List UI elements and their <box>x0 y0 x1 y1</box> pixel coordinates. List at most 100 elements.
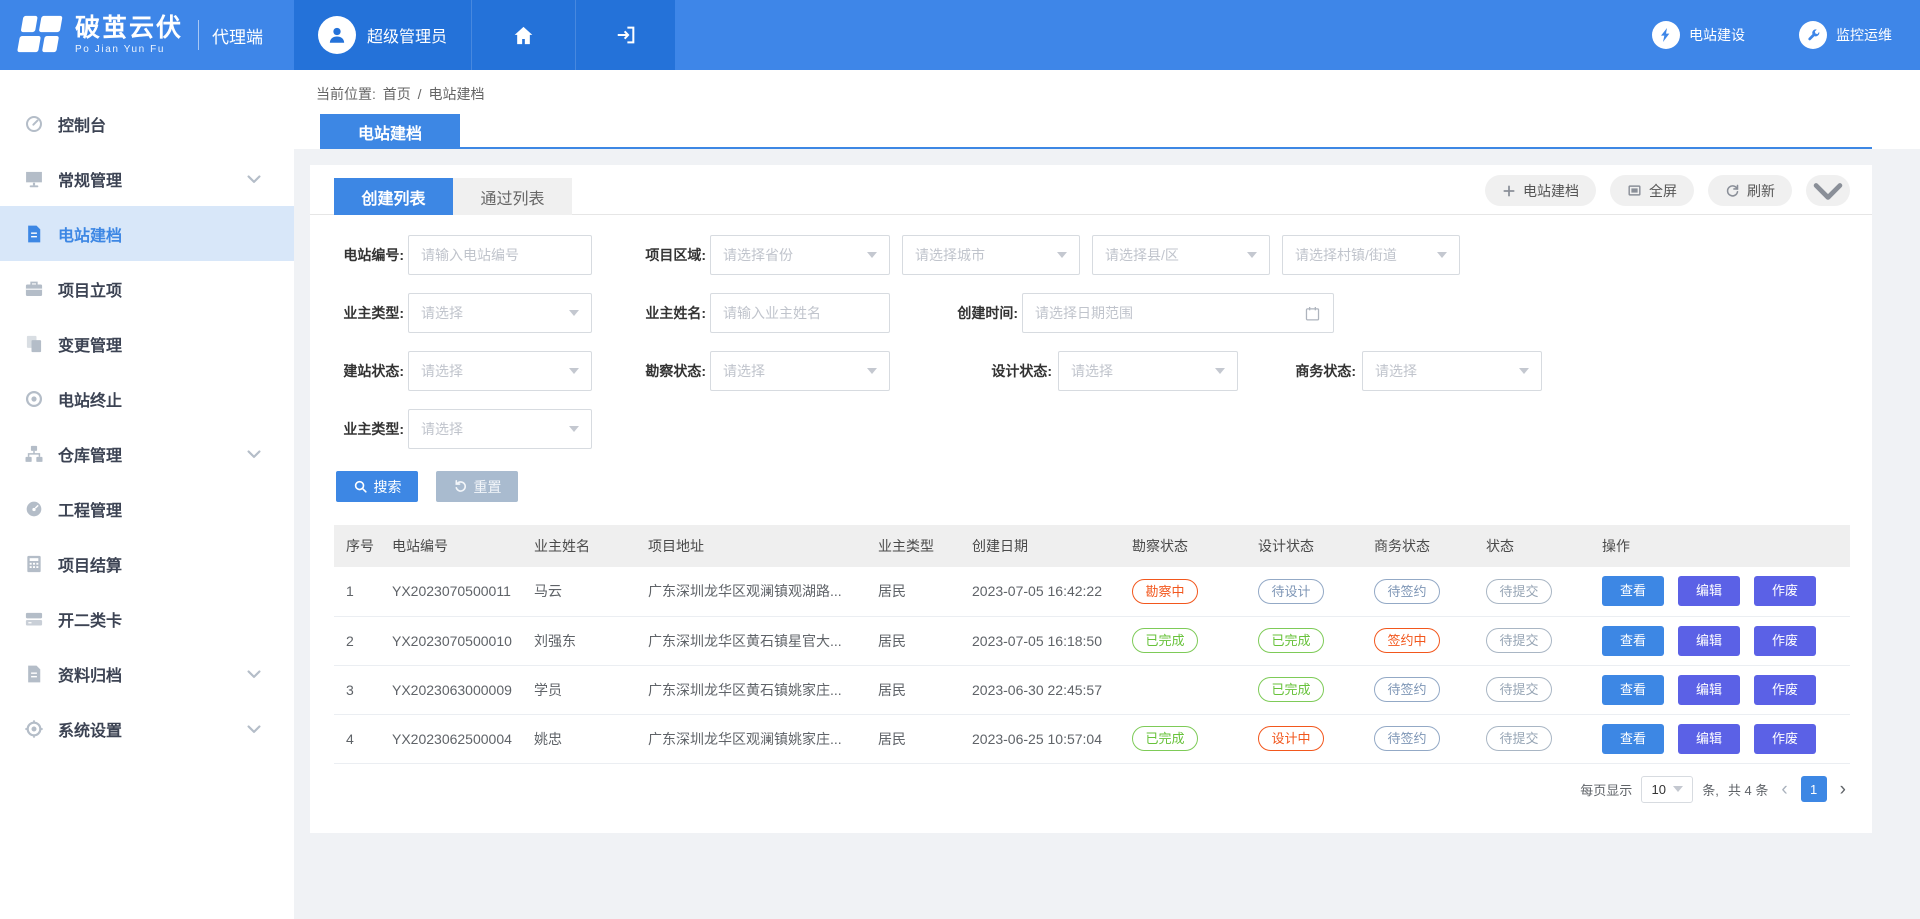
breadcrumb-separator: / <box>418 86 422 102</box>
sidebar-item-station-termination[interactable]: 电站终止 <box>0 371 294 426</box>
sidebar-item-engineering-management[interactable]: 工程管理 <box>0 481 294 536</box>
fullscreen-button[interactable]: 全屏 <box>1610 175 1694 206</box>
cell-business-status: 签约中 <box>1362 616 1474 665</box>
sidebar-item-label: 工程管理 <box>58 497 122 521</box>
sidebar-item-project-initiation[interactable]: 项目立项 <box>0 261 294 316</box>
sidebar-item-second-class-card[interactable]: 开二类卡 <box>0 591 294 646</box>
collapse-button[interactable] <box>1806 175 1850 206</box>
nav-item-label: 监控运维 <box>1836 25 1892 45</box>
caret-down-icon <box>1247 252 1257 258</box>
breadcrumb-home-link[interactable]: 首页 <box>383 86 411 102</box>
brand-divider <box>198 20 199 50</box>
view-button[interactable]: 查看 <box>1602 576 1664 606</box>
user-avatar-icon <box>318 16 356 54</box>
column-header: 电站编号 <box>380 525 522 567</box>
content-card: 创建列表通过列表 电站建档全屏刷新 电站编号:项目区域:请选择省份请选择城市请选… <box>310 165 1872 833</box>
province-select[interactable]: 请选择省份 <box>710 235 890 275</box>
sidebar-item-station-archive[interactable]: 电站建档 <box>0 206 294 261</box>
bolt-icon <box>1652 21 1680 49</box>
sidebar-item-warehouse-management[interactable]: 仓库管理 <box>0 426 294 481</box>
status-badge: 已完成 <box>1132 726 1198 751</box>
survey-status-select[interactable]: 请选择 <box>710 351 890 391</box>
void-button[interactable]: 作废 <box>1754 675 1816 705</box>
build-status-select[interactable]: 请选择 <box>408 351 592 391</box>
cell-seq: 2 <box>334 616 380 665</box>
station-no-input[interactable] <box>408 235 592 275</box>
status-badge: 已完成 <box>1258 628 1324 653</box>
owner-type-select[interactable]: 请选择 <box>408 293 592 333</box>
sidebar-item-console[interactable]: 控制台 <box>0 96 294 151</box>
cell-design-status: 已完成 <box>1246 616 1362 665</box>
filter-label-design-status: 设计状态: <box>978 351 1052 391</box>
sidebar-item-label: 控制台 <box>58 112 106 136</box>
create-time-date-input[interactable]: 请选择日期范围 <box>1022 293 1334 333</box>
cell-station-no: YX2023063000009 <box>380 665 522 714</box>
edit-button[interactable]: 编辑 <box>1678 675 1740 705</box>
reset-button-label: 重置 <box>474 477 502 497</box>
user-menu[interactable]: 超级管理员 <box>294 0 471 70</box>
button-label: 电站建档 <box>1523 181 1579 201</box>
per-page-select[interactable]: 10 <box>1641 776 1693 803</box>
tab-create-list[interactable]: 创建列表 <box>334 178 453 215</box>
fullscreen-icon <box>1627 183 1642 198</box>
home-button[interactable] <box>471 0 575 70</box>
cell-owner-type: 居民 <box>866 714 960 763</box>
edit-button[interactable]: 编辑 <box>1678 626 1740 656</box>
refresh-icon <box>1725 183 1740 198</box>
owner-type-2-select[interactable]: 请选择 <box>408 409 592 449</box>
list-tabs: 创建列表通过列表 <box>334 178 572 215</box>
district-select[interactable]: 请选择县/区 <box>1092 235 1270 275</box>
caret-down-icon <box>1519 368 1529 374</box>
cell-survey-status: 勘察中 <box>1120 567 1246 616</box>
design-status-select[interactable]: 请选择 <box>1058 351 1238 391</box>
status-badge: 待提交 <box>1486 677 1552 702</box>
tab-passed-list[interactable]: 通过列表 <box>453 178 572 215</box>
void-button[interactable]: 作废 <box>1754 724 1816 754</box>
placeholder-text: 请选择村镇/街道 <box>1295 245 1397 265</box>
reset-button[interactable]: 重置 <box>436 471 518 502</box>
status-badge: 待设计 <box>1258 579 1324 604</box>
sidebar-item-general-management[interactable]: 常规管理 <box>0 151 294 206</box>
page-tab[interactable]: 电站建档 <box>320 114 460 149</box>
cell-owner: 马云 <box>522 567 636 616</box>
sidebar-item-system-settings[interactable]: 系统设置 <box>0 701 294 756</box>
edit-button[interactable]: 编辑 <box>1678 724 1740 754</box>
view-button[interactable]: 查看 <box>1602 675 1664 705</box>
nav-item-monitor-operation[interactable]: 监控运维 <box>1799 21 1892 49</box>
filter-label-owner-name: 业主姓名: <box>632 293 706 333</box>
cell-created-at: 2023-07-05 16:42:22 <box>960 567 1120 616</box>
view-button[interactable]: 查看 <box>1602 626 1664 656</box>
logout-button[interactable] <box>575 0 675 70</box>
calendar-icon <box>1304 305 1321 322</box>
business-status-select[interactable]: 请选择 <box>1362 351 1542 391</box>
cell-owner-type: 居民 <box>866 616 960 665</box>
sidebar-item-label: 变更管理 <box>58 332 122 356</box>
sidebar-item-label: 系统设置 <box>58 717 122 741</box>
search-button[interactable]: 搜索 <box>336 471 418 502</box>
next-page-button[interactable]: › <box>1836 780 1850 799</box>
create-station-button[interactable]: 电站建档 <box>1485 175 1596 206</box>
refresh-button[interactable]: 刷新 <box>1708 175 1792 206</box>
sidebar-item-project-settlement[interactable]: 项目结算 <box>0 536 294 591</box>
prev-page-button[interactable]: ‹ <box>1777 780 1791 799</box>
total-count: 共 4 条 <box>1728 780 1768 799</box>
void-button[interactable]: 作废 <box>1754 626 1816 656</box>
sidebar-item-label: 开二类卡 <box>58 607 122 631</box>
filter-form: 电站编号:项目区域:请选择省份请选择城市请选择县/区请选择村镇/街道业主类型:请… <box>310 215 1872 525</box>
nav-item-label: 电站建设 <box>1689 25 1745 45</box>
view-button[interactable]: 查看 <box>1602 724 1664 754</box>
page-1-button[interactable]: 1 <box>1801 776 1827 802</box>
sidebar-item-change-management[interactable]: 变更管理 <box>0 316 294 371</box>
void-button[interactable]: 作废 <box>1754 576 1816 606</box>
placeholder-text: 请选择 <box>1071 361 1113 381</box>
sidebar-item-data-archive[interactable]: 资料归档 <box>0 646 294 701</box>
city-select[interactable]: 请选择城市 <box>902 235 1080 275</box>
owner-name-input[interactable] <box>710 293 890 333</box>
cell-survey-status <box>1120 665 1246 714</box>
edit-button[interactable]: 编辑 <box>1678 576 1740 606</box>
placeholder-text: 请选择 <box>421 419 463 439</box>
village-select[interactable]: 请选择村镇/街道 <box>1282 235 1460 275</box>
nav-item-station-construction[interactable]: 电站建设 <box>1652 21 1745 49</box>
placeholder-text: 请选择 <box>723 361 765 381</box>
caret-down-icon <box>1215 368 1225 374</box>
